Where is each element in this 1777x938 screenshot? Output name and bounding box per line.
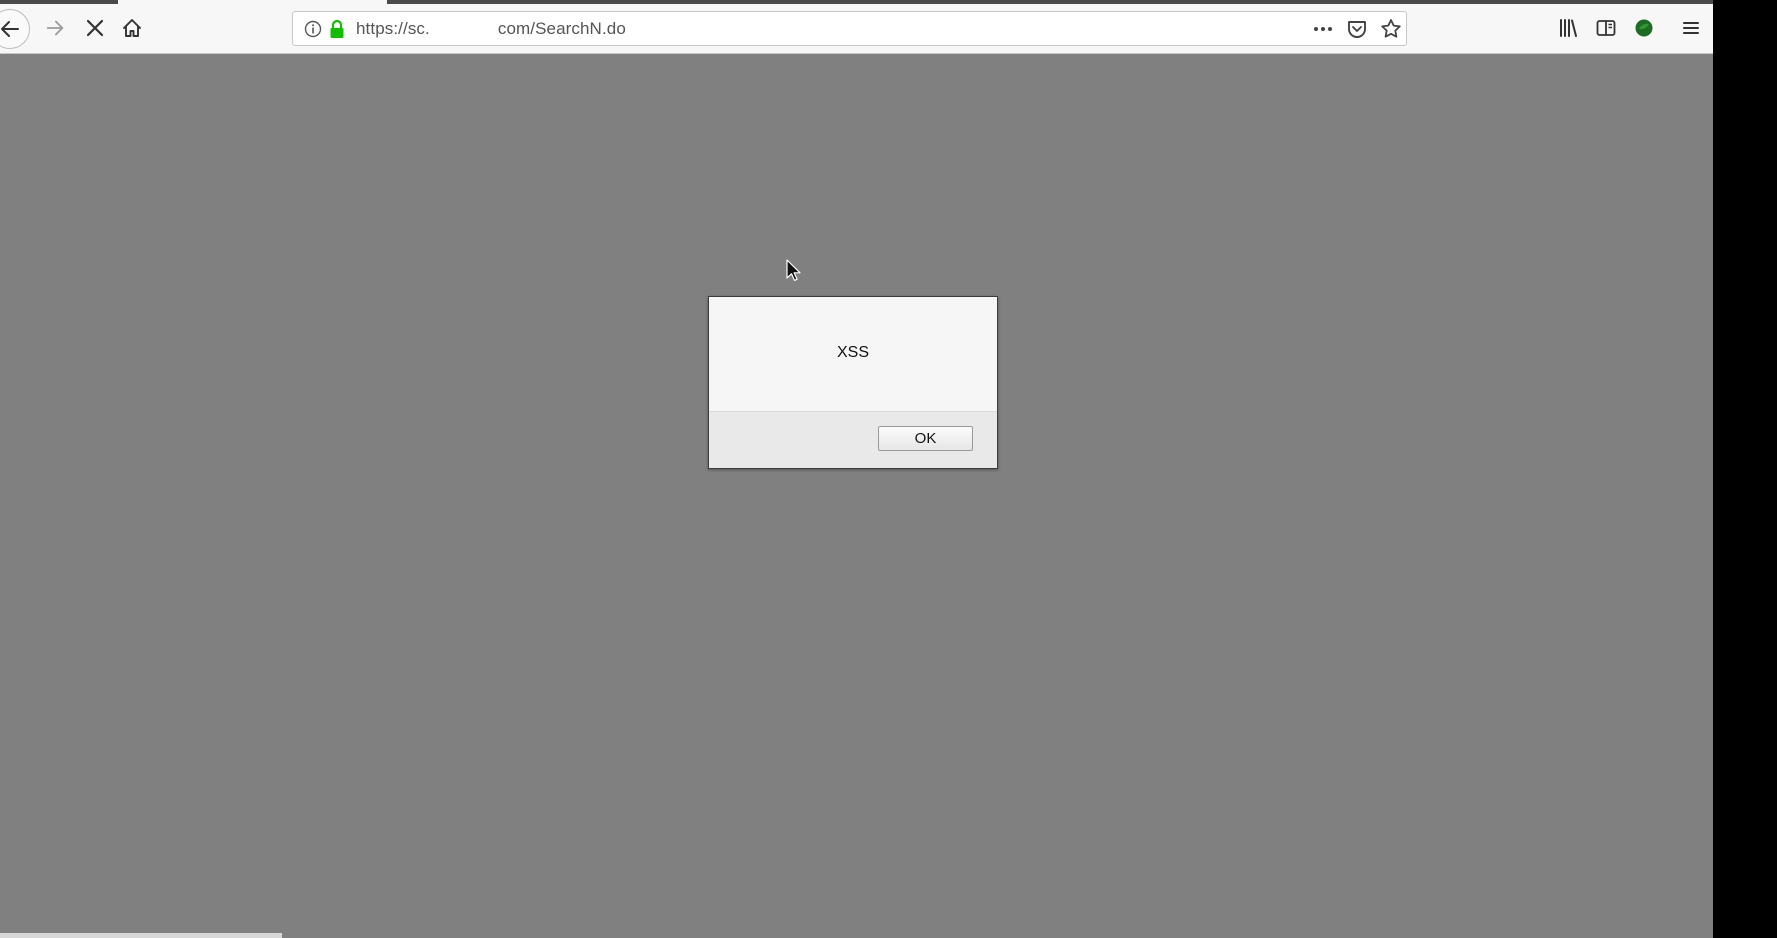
url-bar[interactable]: https://sc. com/SearchN.do <box>292 11 1407 46</box>
alert-message: XSS <box>836 344 869 361</box>
ok-button[interactable]: OK <box>878 426 973 451</box>
info-icon[interactable] <box>303 19 323 39</box>
url-suffix: com/SearchN.do <box>497 19 626 38</box>
library-icon <box>1560 19 1577 37</box>
navigation-toolbar: https://sc. com/SearchN.do <box>0 0 1713 54</box>
forward-arrow-icon <box>46 20 64 36</box>
url-text[interactable]: https://sc. com/SearchN.do <box>356 19 626 39</box>
url-redaction <box>429 19 498 39</box>
screen-edge <box>1713 0 1777 938</box>
alert-body: XSS <box>709 297 997 411</box>
library-button[interactable] <box>1553 13 1583 43</box>
more-horizontal-icon[interactable] <box>1311 18 1335 40</box>
extension-button[interactable] <box>1629 13 1659 43</box>
extension-icon <box>1635 19 1653 37</box>
pocket-icon[interactable] <box>1346 18 1368 40</box>
stop-button[interactable] <box>80 13 110 43</box>
alert-dialog: XSS OK <box>708 296 998 469</box>
alert-footer: OK <box>709 411 997 468</box>
page-content-overlay <box>0 54 1713 938</box>
mouse-cursor-icon <box>786 259 801 281</box>
sidebar-icon <box>1596 20 1616 36</box>
back-arrow-icon <box>1 21 19 37</box>
back-button[interactable] <box>0 9 30 49</box>
menu-button[interactable] <box>1676 13 1706 43</box>
star-icon[interactable] <box>1379 17 1403 41</box>
tab-strip-loading <box>387 0 1713 4</box>
lock-icon[interactable] <box>328 18 346 40</box>
home-button[interactable] <box>117 13 147 43</box>
close-icon <box>86 19 104 37</box>
url-prefix: https://sc. <box>356 19 430 38</box>
tab-strip <box>0 0 118 4</box>
sidebar-button[interactable] <box>1591 13 1621 43</box>
status-strip <box>0 933 282 938</box>
browser-window: https://sc. com/SearchN.do XSS OK <box>0 0 1713 938</box>
home-icon <box>123 19 141 37</box>
forward-button[interactable] <box>40 13 70 43</box>
hamburger-icon <box>1683 22 1699 34</box>
